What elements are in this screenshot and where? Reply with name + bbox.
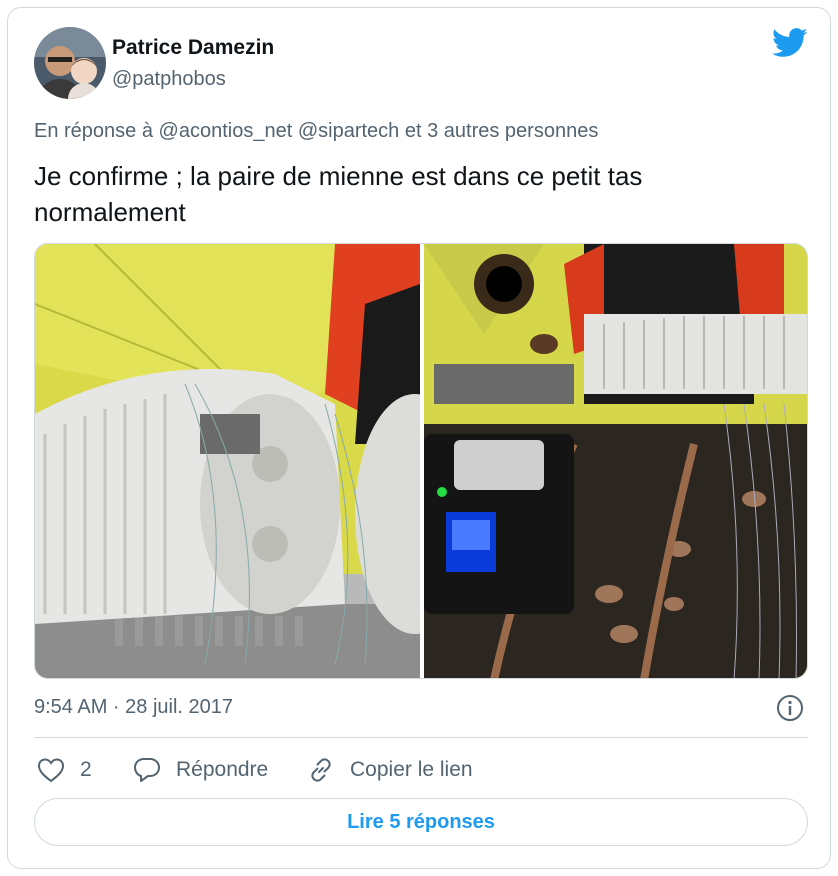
heart-icon	[37, 758, 65, 783]
like-count: 2	[80, 758, 92, 781]
link-icon	[311, 758, 331, 782]
tweet-card: Patrice Damezin @patphobos En réponse à …	[7, 7, 831, 869]
mention-link[interactable]: @sipartech	[298, 120, 399, 142]
divider	[34, 737, 808, 738]
read-replies-button[interactable]: Lire 5 réponses	[34, 798, 808, 846]
like-button[interactable]: 2	[36, 754, 92, 786]
info-icon[interactable]	[775, 693, 805, 723]
twitter-bird-icon[interactable]	[772, 28, 808, 58]
copy-link-button[interactable]: Copier le lien	[306, 754, 473, 786]
author-handle[interactable]: @patphobos	[112, 68, 226, 91]
reply-label: Répondre	[176, 758, 269, 781]
tweet-text: Je confirme ; la paire de mienne est dan…	[34, 161, 643, 227]
reply-suffix[interactable]: et 3 autres personnes	[405, 120, 598, 142]
reply-context: En réponse à @acontios_net @sipartech et…	[34, 120, 598, 143]
author-name[interactable]: Patrice Damezin	[112, 36, 274, 60]
reply-prefix: En réponse à	[34, 120, 153, 142]
photo-splice-closure[interactable]	[35, 244, 420, 679]
tweet-timestamp[interactable]: 9:54 AM · 28 juil. 2017	[34, 696, 233, 719]
copy-link-label: Copier le lien	[350, 758, 473, 781]
speech-bubble-icon	[134, 758, 160, 782]
reply-button[interactable]: Répondre	[132, 754, 268, 786]
avatar[interactable]	[34, 27, 106, 99]
mention-link[interactable]: @acontios_net	[159, 120, 293, 142]
tweet-media[interactable]	[34, 243, 808, 679]
photo-fusion-splicer[interactable]	[424, 244, 808, 679]
read-replies-label: Lire 5 réponses	[347, 810, 495, 833]
